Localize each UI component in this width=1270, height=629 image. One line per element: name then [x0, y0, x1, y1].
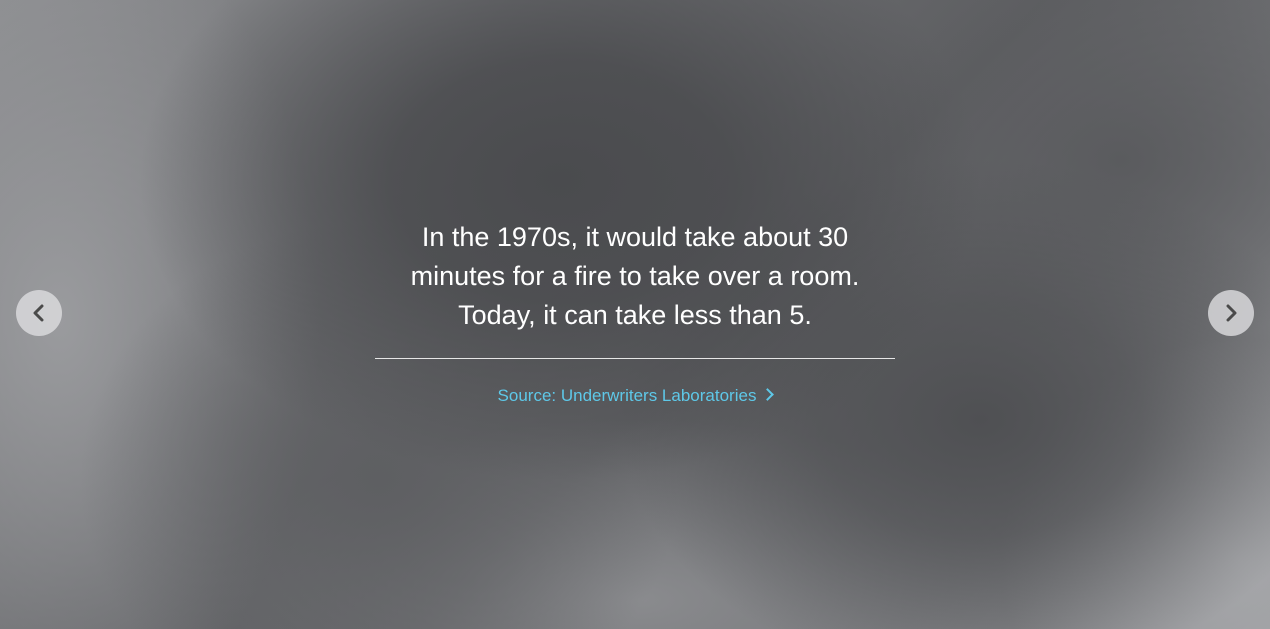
source-label: Source: Underwriters Laboratories	[497, 386, 757, 405]
chevron-right-icon	[1226, 304, 1237, 322]
previous-slide-button[interactable]	[16, 290, 62, 336]
quote-line-3: Today, it can take less than 5.	[458, 300, 812, 330]
quote-line-1: In the 1970s, it would take about 30	[421, 222, 849, 252]
quote-text: In the 1970s, it would take about 30 min…	[375, 218, 895, 335]
quote-line-2: minutes for a fire to take over a room.	[410, 261, 860, 291]
chevron-left-icon	[33, 304, 44, 322]
chevron-right-icon	[761, 388, 775, 401]
slide-content: In the 1970s, it would take about 30 min…	[375, 218, 895, 407]
divider	[375, 358, 895, 359]
source-link[interactable]: Source: Underwriters Laboratories	[497, 385, 775, 407]
next-slide-button[interactable]	[1208, 290, 1254, 336]
slide: In the 1970s, it would take about 30 min…	[0, 0, 1270, 629]
